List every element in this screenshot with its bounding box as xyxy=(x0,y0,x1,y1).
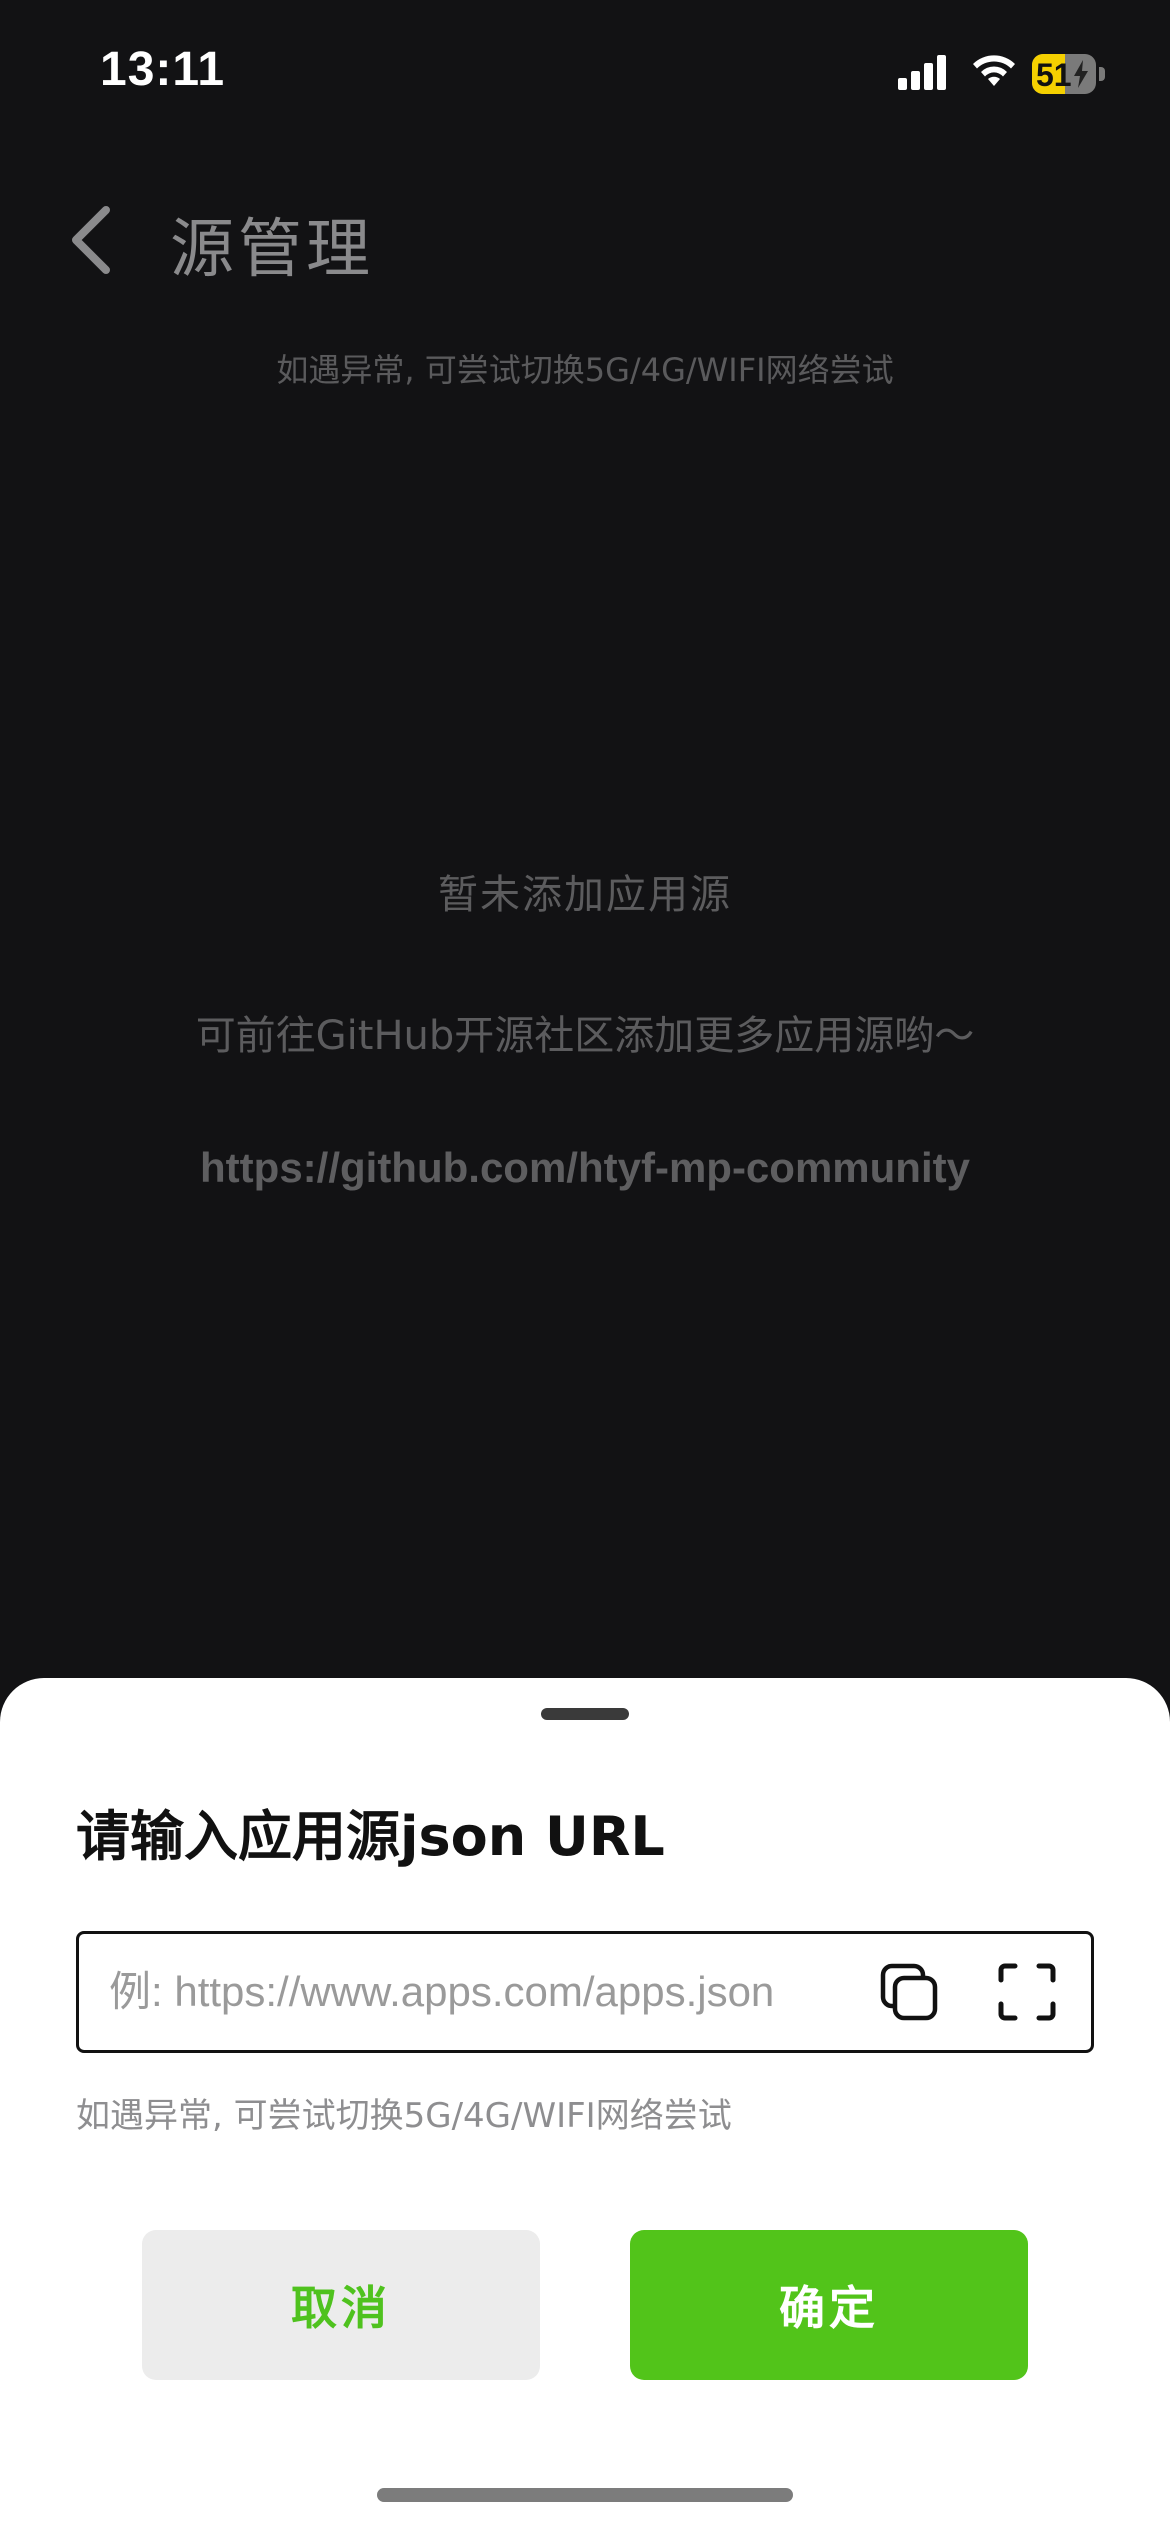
confirm-button[interactable]: 确定 xyxy=(630,2230,1028,2380)
page-title: 源管理 xyxy=(170,213,374,287)
battery-text: 51 xyxy=(1036,57,1072,93)
status-icons: 51 xyxy=(898,50,1112,100)
status-bar: 13:11 51 xyxy=(0,0,1170,150)
scan-icon[interactable] xyxy=(997,1962,1057,2022)
github-link[interactable]: https://github.com/htyf-mp-community xyxy=(0,1144,1170,1192)
signal-icon xyxy=(898,55,946,90)
url-input[interactable] xyxy=(109,1934,909,2050)
screen: 13:11 51 源管理 如遇异常, 可尝试切换5G/4G/WIFI网络尝试 暂… xyxy=(0,0,1170,2532)
home-indicator xyxy=(377,2488,793,2502)
status-time: 13:11 xyxy=(100,43,226,96)
empty-state-description: 可前往GitHub开源社区添加更多应用源哟～ xyxy=(195,1013,975,1059)
bottom-sheet: 请输入应用源json URL 如遇异常, 可尝试切换5G/4G/WIFI网络尝试… xyxy=(0,1678,1170,2532)
network-tip: 如遇异常, 可尝试切换5G/4G/WIFI网络尝试 xyxy=(276,351,894,389)
cancel-button[interactable]: 取消 xyxy=(142,2230,540,2380)
paste-icon[interactable] xyxy=(879,1962,941,2024)
wifi-icon xyxy=(973,55,1015,86)
url-field xyxy=(76,1931,1094,2053)
sheet-network-tip: 如遇异常, 可尝试切换5G/4G/WIFI网络尝试 xyxy=(76,2096,732,2136)
empty-state-title: 暂未添加应用源 xyxy=(438,872,732,918)
chevron-left-icon[interactable] xyxy=(62,200,122,280)
bolt-icon xyxy=(1074,60,1088,88)
sheet-title: 请输入应用源json URL xyxy=(76,1805,665,1868)
battery-charging-icon: 51 xyxy=(1032,54,1108,94)
sheet-drag-handle[interactable] xyxy=(541,1708,629,1720)
